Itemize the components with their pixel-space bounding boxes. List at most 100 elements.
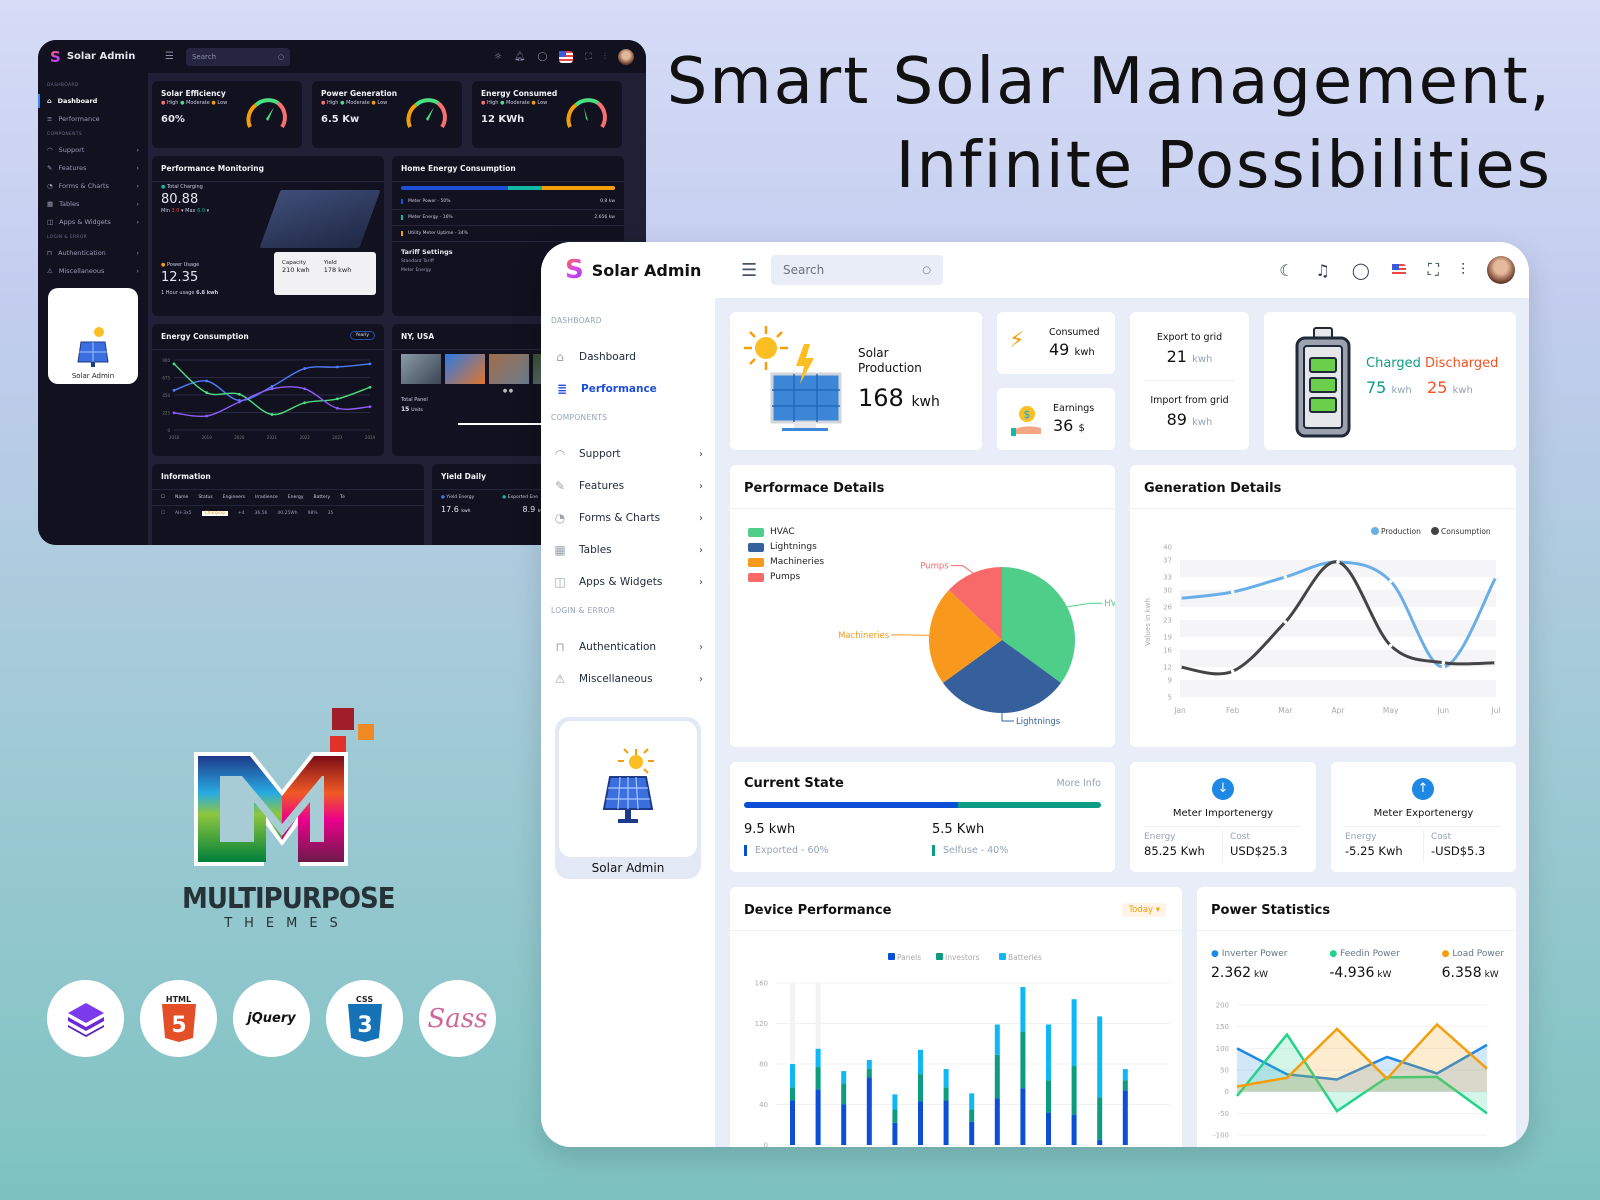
chevron-right-icon: › <box>136 218 139 226</box>
dark-sidebar-item-apps-widgets[interactable]: ◫ Apps & Widgets › <box>38 213 148 231</box>
dark-sidebar-item-performance[interactable]: ≡ Performance <box>38 110 148 128</box>
y-tick-label: 33 <box>1163 574 1172 582</box>
flag-us-icon[interactable] <box>559 50 574 63</box>
database-icon: ◫ <box>47 218 54 226</box>
svg-text:$: $ <box>1024 408 1031 421</box>
hamburger-menu-icon[interactable]: ☰ <box>741 260 771 281</box>
light-sidebar: DASHBOARD ⌂ Dashboard ≣ Performance COMPON… <box>541 298 715 1147</box>
bar-segment <box>841 1104 847 1145</box>
fullscreen-icon[interactable]: ⛶ <box>1428 260 1439 280</box>
bell-icon[interactable]: 🔔︎ <box>514 52 525 62</box>
bar-segment <box>1122 1090 1128 1145</box>
x-tick-label: Mar <box>1278 706 1293 715</box>
bar-segment <box>866 1077 872 1145</box>
y-tick-label: 12 <box>1163 664 1172 672</box>
energy-label: Energy <box>1144 832 1176 842</box>
sun-icon[interactable]: ☼ <box>494 52 502 62</box>
today-filter-dropdown[interactable]: Today ▾ <box>1122 903 1166 917</box>
fullscreen-icon[interactable]: ⛶ <box>585 52 591 62</box>
search-input[interactable]: Search ○ <box>771 255 943 285</box>
data-point <box>1441 660 1446 665</box>
sidebar-item-authentication[interactable]: ⊓ Authentication › <box>541 631 715 663</box>
select-all-checkbox[interactable]: ☐ <box>161 495 165 500</box>
sidebar-item-apps-widgets[interactable]: ◫ Apps & Widgets › <box>541 566 715 598</box>
bar-segment <box>1122 1069 1128 1081</box>
dark-logo[interactable]: S Solar Admin <box>50 48 165 66</box>
dark-sidebar-item-forms-charts[interactable]: ◔ Forms & Charts › <box>38 177 148 195</box>
photo-thumbnail[interactable] <box>489 354 529 384</box>
css3-icon: 3 <box>347 1004 382 1042</box>
solar-production-value: 168 kwh <box>858 384 940 412</box>
row-checkbox[interactable]: ☐ <box>161 511 165 516</box>
bar-segment <box>841 1083 847 1105</box>
sidebar-item-forms-charts[interactable]: ◔ Forms & Charts › <box>541 502 715 534</box>
logo-s-icon: S <box>50 47 61 66</box>
dark-search-input[interactable]: Search ○ <box>185 47 290 66</box>
y-tick-label: 100 <box>1216 1045 1229 1053</box>
dark-sidebar-item-features[interactable]: ✎ Features › <box>38 159 148 177</box>
legend-dot-icon: ● <box>1211 949 1222 959</box>
dark-sidebar-item-tables[interactable]: ▦ Tables › <box>38 195 148 213</box>
sidebar-item-features[interactable]: ✎ Features › <box>541 470 715 502</box>
dark-section-dashboard: DASHBOARD <box>47 83 79 88</box>
photo-thumbnail[interactable] <box>445 354 485 384</box>
y-tick-label: 16 <box>1163 646 1172 654</box>
card-title: Generation Details <box>1130 465 1516 509</box>
dark-sidebar-item-dashboard[interactable]: ⌂ Dashboard <box>38 92 148 110</box>
dark-topbar: S Solar Admin ☰ Search ○ ☼ 🔔︎ ◯ ⛶ ⫶ <box>38 40 646 73</box>
html5-icon: 5 <box>161 1004 196 1042</box>
card-title: Performace Details <box>730 465 1115 509</box>
sidebar-item-support[interactable]: ◠ Support › <box>541 438 715 470</box>
device-performance-bar-chart: 0 40 80 120 160 Panels Investors Batteries <box>755 953 1170 1147</box>
sidebar-item-label: Forms & Charts <box>579 512 661 524</box>
grid-band <box>1180 679 1496 697</box>
chat-icon[interactable]: ◯ <box>537 52 547 62</box>
legend-label: Consumption <box>1441 527 1491 536</box>
html-label: HTML <box>165 995 192 1004</box>
solar-panel-image <box>259 190 381 248</box>
dark-promo-card: Solar Admin <box>48 288 138 384</box>
more-info-link[interactable]: More Info <box>1056 778 1101 789</box>
dark-sidebar-item-authentication[interactable]: ⊓ Authentication › <box>38 244 148 262</box>
user-avatar[interactable] <box>1487 256 1515 284</box>
hamburger-icon[interactable]: ☰ <box>165 51 174 62</box>
bar-segment <box>1046 1080 1051 1113</box>
bar-segment <box>892 1109 898 1123</box>
chevron-right-icon: › <box>699 576 703 588</box>
y-tick-label: 26 <box>1163 604 1172 612</box>
pie-label: Pumps <box>920 562 949 572</box>
bar-segment <box>994 1054 1000 1099</box>
light-logo[interactable]: S Solar Admin <box>565 255 741 285</box>
plug-energy-icon: ⚡ <box>1009 328 1025 353</box>
table-row[interactable]: ☐ AH-3x5 Charging +4 36.56 40.25Wh 98% 3… <box>152 506 424 521</box>
pie-label-leader <box>950 565 974 574</box>
y-tick-label: 150 <box>1216 1023 1229 1031</box>
legend-marker <box>936 953 943 960</box>
bar-segment <box>918 1101 923 1145</box>
settings-sliders-icon[interactable]: ⫶ <box>604 52 606 62</box>
sidebar-item-tables[interactable]: ▦ Tables › <box>541 534 715 566</box>
y-tick-label: 5 <box>1168 694 1172 702</box>
moon-icon[interactable]: ☾ <box>1279 261 1293 280</box>
settings-sliders-icon[interactable]: ⫶ <box>1461 260 1465 280</box>
data-point <box>205 414 209 418</box>
sidebar-item-dashboard[interactable]: ⌂ Dashboard <box>541 341 715 373</box>
consumed-card: ⚡ Consumed 49 kwh <box>997 312 1115 374</box>
sidebar-item-miscellaneous[interactable]: ⚠ Miscellaneous › <box>541 663 715 695</box>
chat-icon[interactable]: ◯ <box>1352 261 1370 280</box>
dark-sidebar-item-support[interactable]: ◠ Support › <box>38 141 148 159</box>
sidebar-item-performance[interactable]: ≣ Performance <box>541 373 715 405</box>
avatar[interactable] <box>618 48 634 65</box>
dark-energy-line-chart: 0 225 450 675 900 2018 2019 2020 2021 2022 2023 202… <box>162 358 375 440</box>
battery-labels: Charged Discharged <box>1366 356 1499 371</box>
photo-thumbnail[interactable] <box>401 354 441 384</box>
y-tick-label: 40 <box>759 1101 768 1109</box>
dark-sidebar-item-miscellaneous[interactable]: ⚠ Miscellaneous › <box>38 262 148 280</box>
flag-us-icon[interactable] <box>1391 264 1406 276</box>
cost-value: USD$25.3 <box>1230 844 1288 858</box>
generation-line-chart: 5 9 12 16 19 23 26 30 33 37 40 Jan Feb Mar Apr May Jun Ju… <box>1144 527 1501 715</box>
multipurpose-logo: MULTIPURPOSE THEMES <box>182 700 396 931</box>
arrow-down-icon: ↓ <box>1212 778 1234 800</box>
yearly-filter-button[interactable]: Yearly <box>349 331 375 340</box>
bell-icon[interactable]: ♫ <box>1316 261 1330 280</box>
